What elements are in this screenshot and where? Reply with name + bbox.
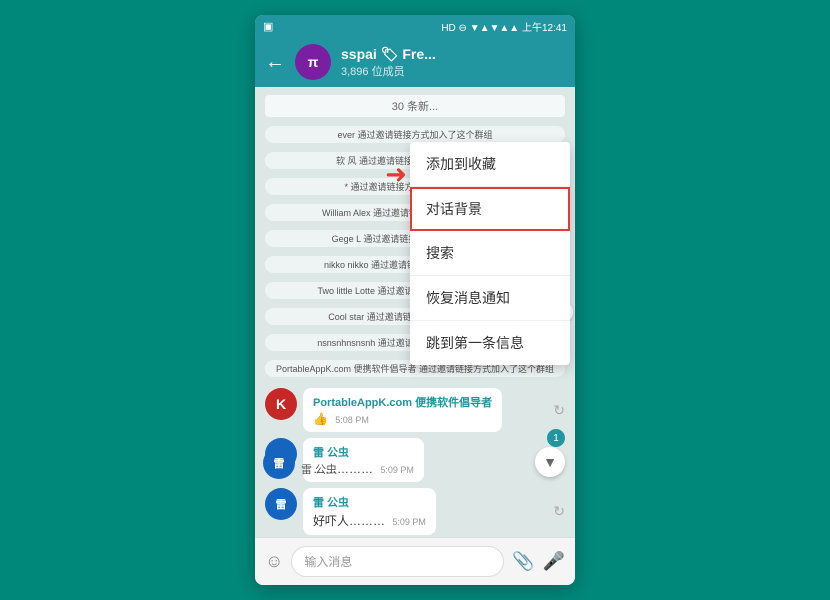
chat-area: 30 条新... ever 通过邀请链接方式加入了这个群组 软 风 通过邀请链接… bbox=[255, 87, 575, 537]
input-bar: ☺ 输入消息 📎 🎤 bbox=[255, 537, 575, 585]
status-bar: ▣ HD ⊖ ▼▲▼▲▲ 上午12:41 bbox=[255, 15, 575, 37]
chat-header: ← π sspai 🏷 Fre... 3,896 位成员 bbox=[255, 37, 575, 87]
status-indicators: HD ⊖ ▼▲▼▲▲ 上午12:41 bbox=[441, 19, 567, 34]
mic-icon[interactable]: 🎤 bbox=[543, 551, 565, 572]
menu-item-background[interactable]: 对话背景 bbox=[410, 187, 570, 231]
dropdown-overlay: 添加到收藏 对话背景 搜索 恢复消息通知 跳到第一条信息 bbox=[255, 87, 575, 537]
member-count: 3,896 位成员 bbox=[341, 63, 565, 79]
menu-item-jump[interactable]: 跳到第一条信息 bbox=[410, 321, 570, 365]
status-icon: ▣ bbox=[263, 20, 273, 33]
status-left: ▣ bbox=[263, 20, 273, 33]
group-name: sspai 🏷 Fre... bbox=[341, 46, 565, 63]
header-info: sspai 🏷 Fre... 3,896 位成员 bbox=[341, 46, 565, 79]
back-button[interactable]: ← bbox=[265, 51, 285, 74]
message-input[interactable]: 输入消息 bbox=[291, 546, 504, 577]
red-arrow-indicator: ➜ bbox=[385, 159, 407, 190]
menu-item-restore-notify[interactable]: 恢复消息通知 bbox=[410, 276, 570, 321]
menu-item-search[interactable]: 搜索 bbox=[410, 231, 570, 276]
attachment-icon[interactable]: 📎 bbox=[512, 551, 534, 572]
dropdown-menu: 添加到收藏 对话背景 搜索 恢复消息通知 跳到第一条信息 bbox=[410, 142, 570, 365]
phone-container: ▣ HD ⊖ ▼▲▼▲▲ 上午12:41 ← π sspai 🏷 Fre... … bbox=[255, 15, 575, 585]
menu-item-favorites[interactable]: 添加到收藏 bbox=[410, 142, 570, 187]
group-avatar: π bbox=[295, 44, 331, 80]
emoji-icon[interactable]: ☺ bbox=[265, 551, 283, 572]
status-right: HD ⊖ ▼▲▼▲▲ 上午12:41 bbox=[441, 19, 567, 34]
